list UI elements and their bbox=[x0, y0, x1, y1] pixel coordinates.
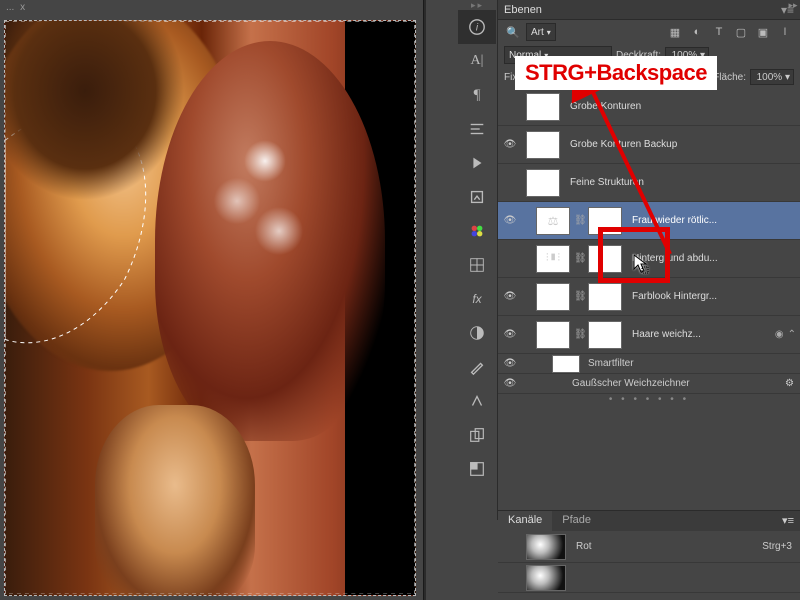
character-icon[interactable]: A| bbox=[458, 44, 496, 78]
svg-text:i: i bbox=[476, 23, 479, 34]
filter-type-icon[interactable]: T bbox=[710, 23, 728, 41]
panel-grip[interactable]: ▸▸ bbox=[458, 0, 497, 10]
channel-name[interactable]: Rot bbox=[576, 541, 592, 552]
close-icon[interactable]: x bbox=[20, 2, 25, 13]
layer-name[interactable]: Feine Strukturen bbox=[570, 177, 796, 188]
color-icon[interactable] bbox=[458, 248, 496, 282]
filter-shape-icon[interactable]: ▢ bbox=[732, 23, 750, 41]
channel-thumbnail[interactable] bbox=[526, 565, 566, 591]
layer-row[interactable]: Feine Strukturen bbox=[498, 164, 800, 202]
visibility-toggle[interactable]: 👁 bbox=[498, 291, 522, 302]
panel-menu-icon[interactable]: ▾≡ bbox=[776, 511, 800, 531]
mask-link-icon[interactable]: ⛓ bbox=[574, 253, 584, 264]
layer-thumbnail[interactable] bbox=[536, 321, 570, 349]
layer-thumbnail[interactable] bbox=[526, 93, 560, 121]
adjustment-thumbnail[interactable]: ⫶▮⫶ bbox=[536, 245, 570, 273]
channel-thumbnail[interactable] bbox=[526, 534, 566, 560]
layer-row[interactable]: 👁 Grobe Konturen Backup bbox=[498, 126, 800, 164]
layer-filter-kind-dropdown[interactable]: Art ▾ bbox=[526, 23, 556, 41]
visibility-toggle[interactable]: 👁 bbox=[498, 329, 522, 340]
layer-row[interactable]: 👁 ⛓ Haare weichz... ◉ ⌃ bbox=[498, 316, 800, 354]
smart-badge-icon: ◉ bbox=[775, 329, 784, 340]
visibility-toggle[interactable]: 👁 bbox=[498, 139, 522, 150]
adjustment-thumbnail[interactable] bbox=[536, 283, 570, 311]
filter-smart-icon[interactable]: ▣ bbox=[754, 23, 772, 41]
filter-adjust-icon[interactable]: ◐ bbox=[688, 23, 706, 41]
layer-name[interactable]: Grobe Konturen bbox=[570, 101, 796, 112]
adjust-icon[interactable] bbox=[458, 316, 496, 350]
annotation-label: STRG+Backspace bbox=[515, 56, 717, 90]
document-tab-label: ... bbox=[6, 2, 14, 13]
filter-settings-icon[interactable]: ⚙ bbox=[785, 378, 794, 389]
collapse-icon[interactable]: ▸▸ bbox=[786, 0, 800, 14]
swatches-icon[interactable] bbox=[458, 214, 496, 248]
search-icon[interactable]: 🔍 bbox=[504, 23, 522, 41]
smartfilter-name: Gaußscher Weichzeichner bbox=[572, 378, 690, 389]
visibility-toggle[interactable]: 👁 bbox=[498, 378, 522, 389]
layer-thumbnail[interactable] bbox=[526, 131, 560, 159]
styles-icon[interactable]: fx bbox=[458, 282, 496, 316]
layer-filter-kind-value: Art bbox=[531, 27, 544, 38]
layer-row[interactable]: Grobe Konturen bbox=[498, 88, 800, 126]
adjustment-thumbnail[interactable]: ⚖ bbox=[536, 207, 570, 235]
layer-mask-thumbnail[interactable] bbox=[588, 321, 622, 349]
tab-paths[interactable]: Pfade bbox=[552, 511, 601, 531]
smartfilter-mask[interactable] bbox=[552, 355, 580, 373]
smartfilter-label: Smartfilter bbox=[588, 358, 634, 369]
panel-divider[interactable] bbox=[423, 0, 426, 600]
brush-presets-icon[interactable] bbox=[458, 384, 496, 418]
filter-pixel-icon[interactable]: ▦ bbox=[666, 23, 684, 41]
channel-row[interactable]: Rot Strg+3 bbox=[498, 531, 800, 563]
chevron-down-icon: ▾ bbox=[547, 28, 551, 37]
layers-panel-header[interactable]: Ebenen ▾≡ bbox=[498, 0, 800, 20]
mask-link-icon[interactable]: ⛓ bbox=[574, 329, 584, 340]
collapsed-panels-bar: ▸▸ i A| ¶ fx bbox=[458, 0, 498, 520]
layer-name[interactable]: Frau wieder rötlic... bbox=[632, 215, 796, 226]
align-icon[interactable] bbox=[458, 112, 496, 146]
layer-filter-row: 🔍 Art ▾ ▦ ◐ T ▢ ▣ ⏽ bbox=[498, 20, 800, 44]
clone-icon[interactable] bbox=[458, 418, 496, 452]
layer-name[interactable]: Haare weichz... bbox=[632, 329, 775, 340]
layer-name[interactable]: Grobe Konturen Backup bbox=[570, 139, 796, 150]
document-tab[interactable]: ... x bbox=[6, 2, 25, 13]
filter-toggle-icon[interactable]: ⏽ bbox=[776, 23, 794, 41]
actions-icon[interactable] bbox=[458, 146, 496, 180]
more-indicator: • • • • • • • bbox=[498, 394, 800, 406]
fill-label: Fläche: bbox=[713, 72, 746, 83]
fill-input[interactable]: 100% ▾ bbox=[750, 69, 794, 85]
annotation-highlight-box bbox=[598, 227, 670, 283]
layer-row[interactable]: 👁 ⛓ Farblook Hintergr... bbox=[498, 278, 800, 316]
mask-link-icon[interactable]: ⛓ bbox=[574, 291, 584, 302]
layer-mask-thumbnail[interactable] bbox=[588, 283, 622, 311]
canvas-area: ... x bbox=[0, 0, 420, 600]
layers-panel-title: Ebenen bbox=[504, 4, 542, 16]
expand-icon[interactable]: ⌃ bbox=[788, 329, 796, 340]
paragraph-icon[interactable]: ¶ bbox=[458, 78, 496, 112]
document-canvas[interactable] bbox=[4, 20, 416, 596]
layer-name[interactable]: Farblook Hintergr... bbox=[632, 291, 796, 302]
visibility-toggle[interactable]: 👁 bbox=[498, 215, 522, 226]
channel-row[interactable] bbox=[498, 563, 800, 593]
artwork-figure bbox=[155, 41, 385, 441]
tab-channels[interactable]: Kanäle bbox=[498, 511, 552, 531]
channels-paths-panel: Kanäle Pfade ▾≡ Rot Strg+3 bbox=[498, 510, 800, 600]
smartfilter-header[interactable]: 👁 Smartfilter bbox=[498, 354, 800, 374]
channels-panel-tabs: Kanäle Pfade ▾≡ bbox=[498, 511, 800, 531]
visibility-toggle[interactable]: 👁 bbox=[498, 358, 522, 369]
info-icon[interactable]: i bbox=[458, 10, 496, 44]
channel-shortcut: Strg+3 bbox=[762, 541, 792, 552]
history-icon[interactable] bbox=[458, 180, 496, 214]
smartfilter-item[interactable]: 👁 Gaußscher Weichzeichner ⚙ bbox=[498, 374, 800, 394]
brushes-icon[interactable] bbox=[458, 350, 496, 384]
artwork-hand bbox=[95, 405, 255, 596]
layer-thumbnail[interactable] bbox=[526, 169, 560, 197]
mask-link-icon[interactable]: ⛓ bbox=[574, 215, 584, 226]
navigator-icon[interactable] bbox=[458, 452, 496, 486]
